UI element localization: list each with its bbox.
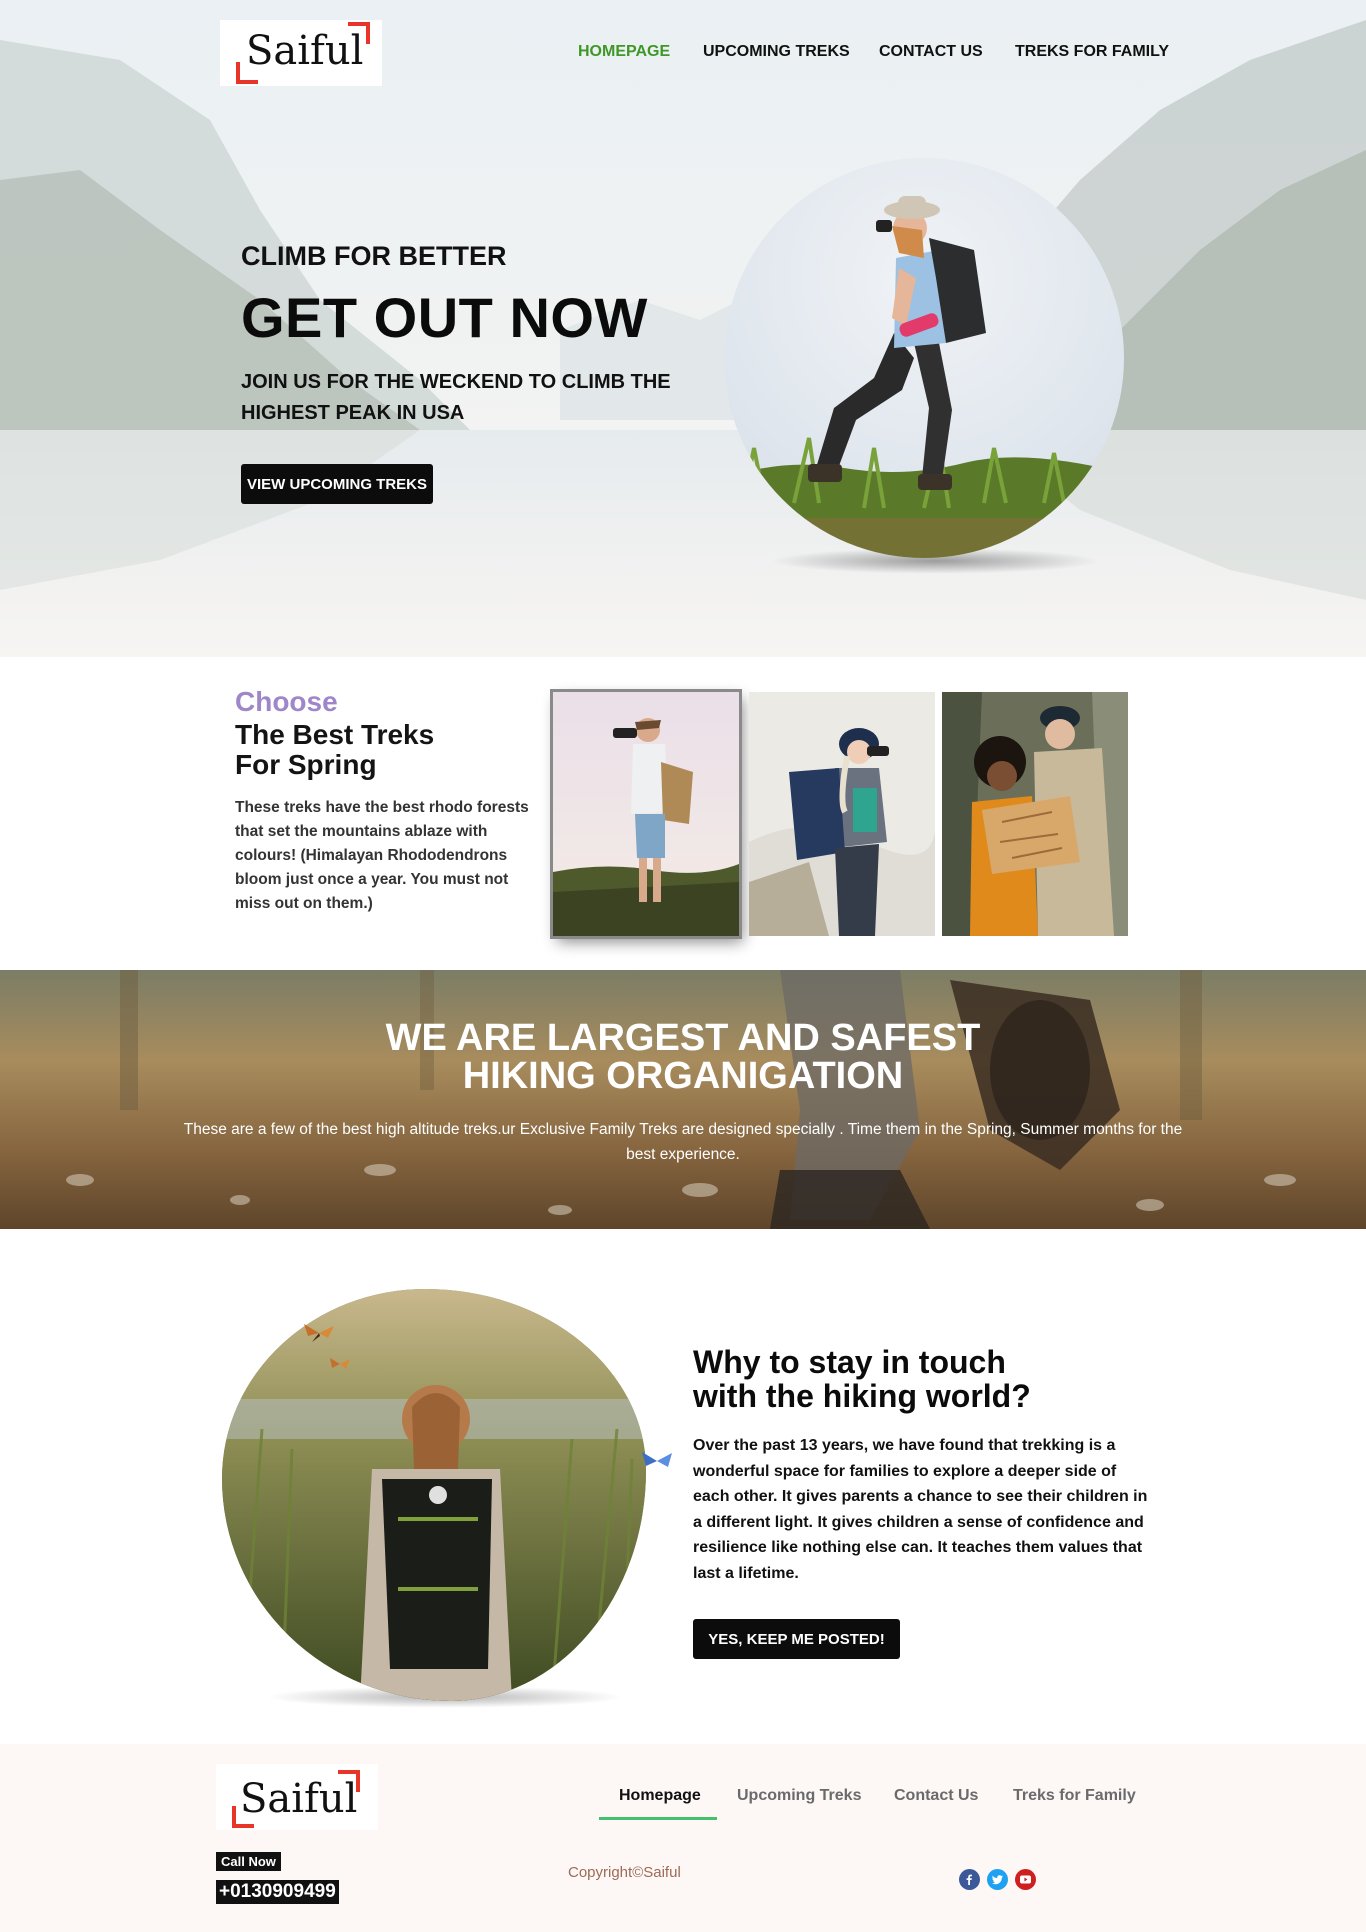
footer-logo[interactable]: Saiful bbox=[216, 1764, 378, 1830]
footer-nav-active-indicator bbox=[599, 1817, 717, 1820]
phone-number-link[interactable]: +0130909499 bbox=[216, 1880, 339, 1904]
choose-title-line1: The Best Treks bbox=[235, 719, 435, 750]
hero-title: GET OUT NOW bbox=[241, 286, 648, 349]
view-upcoming-treks-button[interactable]: VIEW UPCOMING TREKS bbox=[241, 464, 433, 504]
choose-title-line2: For Spring bbox=[235, 749, 377, 780]
nav-homepage[interactable]: HOMEPAGE bbox=[578, 43, 670, 61]
header-logo[interactable]: Saiful bbox=[220, 20, 382, 86]
copyright-text: Copyright©Saiful bbox=[568, 1864, 681, 1881]
nav-treks-for-family[interactable]: TREKS FOR FAMILY bbox=[1015, 43, 1169, 61]
footer-logo-text: Saiful bbox=[240, 1776, 358, 1822]
logo-text: Saiful bbox=[246, 28, 364, 74]
footer-nav-treks-for-family[interactable]: Treks for Family bbox=[1013, 1787, 1136, 1805]
footer-nav-homepage[interactable]: Homepage bbox=[619, 1787, 701, 1805]
keep-me-posted-button[interactable]: YES, KEEP ME POSTED! bbox=[693, 1619, 900, 1659]
hero-description: JOIN US FOR THE WECKEND TO CLIMB THE HIG… bbox=[241, 371, 671, 424]
why-title: Why to stay in touch with the hiking wor… bbox=[693, 1345, 1113, 1413]
hero-subtitle: CLIMB FOR BETTER bbox=[241, 241, 507, 271]
hiker-illustration bbox=[724, 196, 1124, 558]
twitter-icon[interactable] bbox=[987, 1869, 1008, 1890]
trek-photo-couple-map bbox=[942, 692, 1128, 936]
choose-kicker: Choose bbox=[235, 686, 338, 717]
why-description: Over the past 13 years, we have found th… bbox=[693, 1437, 1148, 1582]
footer-nav-upcoming-treks[interactable]: Upcoming Treks bbox=[737, 1787, 861, 1805]
banner-section bbox=[0, 970, 1366, 1229]
choose-title: The Best Treks For Spring bbox=[235, 720, 495, 780]
butterfly-small-icon bbox=[330, 1358, 350, 1369]
nav-upcoming-treks[interactable]: UPCOMING TREKS bbox=[703, 43, 850, 61]
banner-description: These are a few of the best high altitud… bbox=[183, 1121, 1183, 1163]
nav-contact-us[interactable]: CONTACT US bbox=[879, 43, 983, 61]
footer-nav-contact-us[interactable]: Contact Us bbox=[894, 1787, 978, 1805]
banner-title-line1: WE ARE LARGEST AND SAFEST bbox=[385, 1017, 981, 1059]
why-title-line1: Why to stay in touch bbox=[693, 1344, 1006, 1380]
choose-description: These treks have the best rhodo forests … bbox=[235, 799, 529, 912]
facebook-icon[interactable] bbox=[959, 1869, 980, 1890]
why-hiker-image bbox=[222, 1289, 646, 1701]
trek-photo-binoculars-man bbox=[553, 692, 739, 936]
banner-title: WE ARE LARGEST AND SAFEST HIKING ORGANIG… bbox=[0, 1019, 1366, 1095]
blue-butterfly-icon bbox=[642, 1452, 672, 1467]
trek-photo-binoculars-woman bbox=[749, 692, 935, 936]
hero-background-image bbox=[0, 0, 1366, 657]
youtube-icon[interactable] bbox=[1015, 1869, 1036, 1890]
footer bbox=[0, 1744, 1366, 1932]
banner-background-image bbox=[0, 970, 1366, 1229]
hero-hiker-image bbox=[724, 158, 1124, 558]
hero-section: Saiful HOMEPAGE UPCOMING TREKS CONTACT U… bbox=[0, 0, 1366, 657]
call-now-label: Call Now bbox=[216, 1852, 281, 1871]
banner-title-line2: HIKING ORGANIGATION bbox=[462, 1055, 904, 1097]
butterfly-icon bbox=[304, 1324, 334, 1342]
why-title-line2: with the hiking world? bbox=[693, 1378, 1031, 1414]
